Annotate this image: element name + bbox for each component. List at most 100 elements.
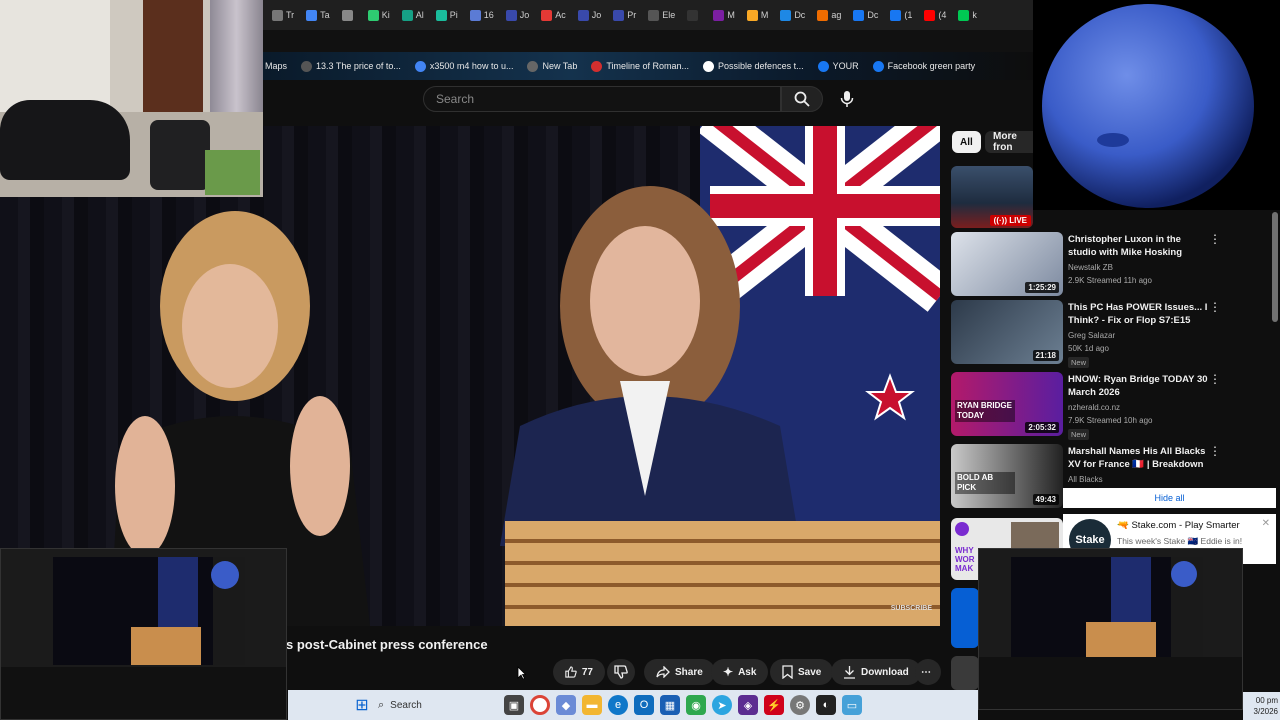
browser-tab[interactable]: Ki bbox=[363, 3, 395, 27]
browser-tab[interactable]: k bbox=[953, 3, 982, 27]
dislike-button[interactable] bbox=[607, 659, 635, 685]
video-thumbnail[interactable]: 1:25:29 bbox=[951, 232, 1063, 296]
file-explorer-icon[interactable]: ▬ bbox=[582, 695, 602, 715]
bookmark-item[interactable]: Timeline of Roman... bbox=[591, 60, 689, 72]
recommendation-item[interactable]: 1:25:29 Christopher Luxon in the studio w… bbox=[951, 232, 1280, 298]
more-options-icon[interactable]: ⋮ bbox=[1209, 372, 1221, 386]
browser-tab[interactable]: Ac bbox=[536, 3, 571, 27]
video-title[interactable]: HNOW: Ryan Bridge TODAY 30 March 2026 bbox=[1068, 373, 1208, 399]
app-icon-blue[interactable]: ▭ bbox=[842, 695, 862, 715]
browser-tab[interactable]: Jo bbox=[573, 3, 607, 27]
tab-label: 16 bbox=[483, 10, 494, 20]
browser-tab[interactable]: (1 bbox=[885, 3, 917, 27]
more-actions-button[interactable]: ⋯ bbox=[915, 659, 941, 685]
tab-label: Jo bbox=[519, 10, 530, 20]
browser-tab[interactable]: M bbox=[742, 3, 774, 27]
partial-thumbnail[interactable] bbox=[951, 588, 979, 648]
search-button[interactable] bbox=[781, 86, 823, 112]
browser-tab[interactable]: ag bbox=[812, 3, 846, 27]
channel-name[interactable]: nzherald.co.nz bbox=[1068, 403, 1120, 412]
edge-icon[interactable]: e bbox=[608, 695, 628, 715]
app-icon[interactable]: ◆ bbox=[556, 695, 576, 715]
app-icon-purple[interactable]: ◈ bbox=[738, 695, 758, 715]
voice-search-button[interactable] bbox=[833, 86, 861, 112]
ask-button[interactable]: ✦ Ask bbox=[711, 659, 769, 685]
taskbar-search[interactable]: ⌕ Search bbox=[378, 694, 498, 716]
video-title[interactable]: Christopher Luxon in the studio with Mik… bbox=[1068, 233, 1208, 259]
browser-tab[interactable]: Tr bbox=[267, 3, 299, 27]
recommendation-item[interactable]: 21:18 This PC Has POWER Issues... I Think… bbox=[951, 300, 1280, 368]
video-thumbnail[interactable]: BOLD AB PICK 49:43 bbox=[951, 444, 1063, 508]
download-button[interactable]: Download bbox=[831, 659, 921, 685]
channel-name[interactable]: All Blacks bbox=[1068, 475, 1103, 484]
video-title[interactable]: This PC Has POWER Issues... I Think? - F… bbox=[1068, 301, 1208, 327]
share-button[interactable]: Share bbox=[644, 659, 715, 685]
windows-start-icon[interactable]: ⊞ bbox=[352, 695, 372, 715]
bookmark-item[interactable]: x3500 m4 how to u... bbox=[414, 60, 513, 72]
bookmark-item[interactable]: YOUR bbox=[817, 60, 859, 72]
recommendation-item[interactable]: RYAN BRIDGE TODAY 2:05:32 HNOW: Ryan Bridg… bbox=[951, 372, 1280, 440]
browser-tab[interactable] bbox=[682, 3, 706, 27]
bookmark-item[interactable]: Maps bbox=[265, 61, 287, 71]
browser-tab[interactable]: Pi bbox=[431, 3, 463, 27]
browser-tab[interactable]: Al bbox=[397, 3, 429, 27]
bookmark-item[interactable]: New Tab bbox=[527, 60, 578, 72]
save-button[interactable]: Save bbox=[770, 659, 834, 685]
channel-name[interactable]: Newstalk ZB bbox=[1068, 263, 1113, 272]
app-icon-dark[interactable]: ◐ bbox=[816, 695, 836, 715]
preview-podium bbox=[1086, 622, 1156, 657]
bookmark-favicon-icon bbox=[527, 60, 539, 72]
chip-more-from[interactable]: More fron bbox=[985, 131, 1033, 153]
task-view-icon[interactable]: ▣ bbox=[504, 695, 524, 715]
browser-tab[interactable]: Dc bbox=[848, 3, 883, 27]
browser-tab[interactable]: (4 bbox=[919, 3, 951, 27]
app-icon-green[interactable]: ◉ bbox=[686, 695, 706, 715]
bookmark-item[interactable]: 13.3 The price of to... bbox=[301, 60, 401, 72]
sidebar-scrollbar[interactable] bbox=[1272, 212, 1278, 322]
subscribe-watermark[interactable]: SUBSCRIBE bbox=[891, 605, 932, 612]
partial-thumbnail[interactable] bbox=[951, 656, 979, 690]
browser-tab[interactable]: Jo bbox=[501, 3, 535, 27]
browser-tab[interactable] bbox=[337, 3, 361, 27]
webcam-overlay bbox=[0, 0, 263, 197]
bookmark-label: New Tab bbox=[542, 61, 578, 71]
browser-tab[interactable]: Dc bbox=[775, 3, 810, 27]
more-options-icon[interactable]: ⋮ bbox=[1209, 232, 1221, 246]
more-icon: ⋯ bbox=[921, 666, 931, 678]
video-title[interactable]: Marshall Names His All Blacks XV for Fra… bbox=[1068, 445, 1208, 471]
ask-label: Ask bbox=[738, 666, 757, 678]
live-video-thumbnail[interactable]: ((·)) LIVE bbox=[951, 166, 1033, 228]
ad-body: This week's Stake 🇳🇿 Eddie is in! bbox=[1117, 536, 1243, 546]
search-input[interactable]: Search bbox=[423, 86, 781, 112]
close-icon[interactable]: ✕ bbox=[1262, 518, 1270, 529]
bookmark-item[interactable]: Possible defences t... bbox=[703, 60, 804, 72]
chrome-icon[interactable] bbox=[530, 695, 550, 715]
browser-tab[interactable]: Pr bbox=[608, 3, 641, 27]
chip-all[interactable]: All bbox=[952, 131, 981, 153]
channel-name[interactable]: Greg Salazar bbox=[1068, 331, 1115, 340]
clock[interactable]: 00 pm 3/2026 bbox=[1243, 692, 1280, 720]
telegram-icon[interactable]: ➤ bbox=[712, 695, 732, 715]
app-icon-red[interactable]: ⚡ bbox=[764, 695, 784, 715]
bookmark-item[interactable]: Facebook green party bbox=[872, 60, 975, 72]
bookmark-label: YOUR bbox=[832, 61, 859, 71]
video-thumbnail[interactable]: RYAN BRIDGE TODAY 2:05:32 bbox=[951, 372, 1063, 436]
search-placeholder: Search bbox=[436, 92, 475, 106]
more-options-icon[interactable]: ⋮ bbox=[1209, 300, 1221, 314]
preview-podium bbox=[131, 627, 201, 665]
browser-tab[interactable]: Ta bbox=[301, 3, 335, 27]
live-badge: ((·)) LIVE bbox=[989, 215, 1031, 226]
settings-icon[interactable]: ⚙ bbox=[790, 695, 810, 715]
neptune-overlay bbox=[1033, 0, 1280, 210]
taskbar-search-label: Search bbox=[390, 699, 422, 711]
more-options-icon[interactable]: ⋮ bbox=[1209, 444, 1221, 458]
outlook-icon[interactable]: O bbox=[634, 695, 654, 715]
store-icon[interactable]: ▦ bbox=[660, 695, 680, 715]
hide-all-button[interactable]: Hide all bbox=[1063, 488, 1276, 508]
browser-tab[interactable]: 16 bbox=[465, 3, 499, 27]
browser-tab[interactable]: M bbox=[708, 3, 740, 27]
browser-tab[interactable]: Ele bbox=[643, 3, 680, 27]
video-thumbnail[interactable]: 21:18 bbox=[951, 300, 1063, 364]
share-label: Share bbox=[675, 666, 703, 678]
like-button[interactable]: 77 bbox=[553, 659, 605, 685]
